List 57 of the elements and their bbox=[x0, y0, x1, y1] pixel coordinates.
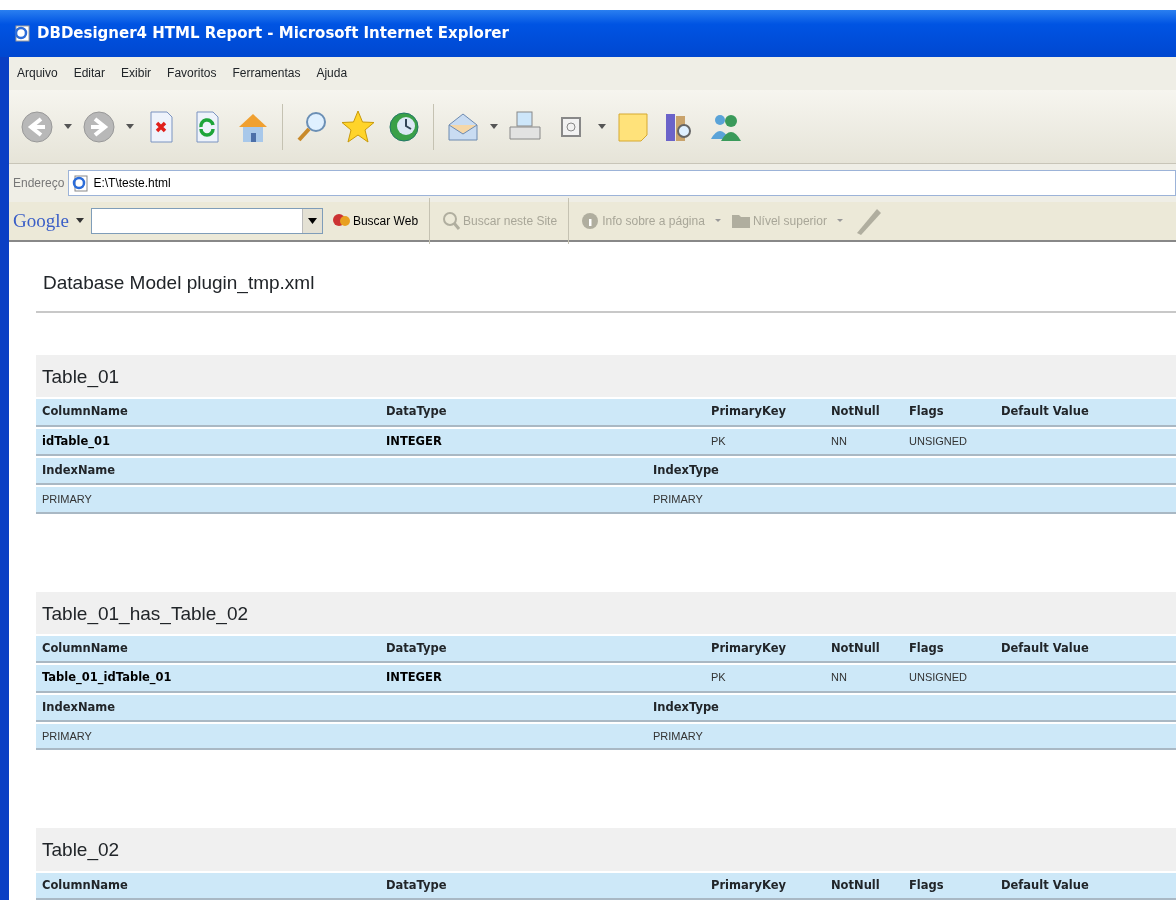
column-header: PrimaryKey bbox=[711, 876, 787, 894]
column-header: ColumnName bbox=[42, 640, 129, 657]
table-cell-text: NN bbox=[831, 670, 848, 686]
table-cell-text: PRIMARY bbox=[42, 728, 93, 744]
toolbar-button[interactable]: Buscar Web bbox=[328, 210, 421, 231]
column-header: IndexType bbox=[653, 461, 720, 479]
table-cell-text: NN bbox=[831, 433, 848, 449]
info-icon bbox=[580, 210, 601, 231]
address-label: Endereço bbox=[13, 175, 65, 193]
table-cell-text: UNSIGNED bbox=[909, 670, 969, 686]
column-header: IndexName bbox=[42, 461, 117, 479]
table-cell-text: PRIMARY bbox=[42, 492, 93, 507]
table-cell-text: INTEGER bbox=[386, 432, 443, 450]
page-heading: Database Model plugin_tmp.xml bbox=[36, 271, 1176, 313]
table-cell-text: PK bbox=[711, 670, 727, 686]
column-header: Default Value bbox=[1001, 640, 1090, 657]
dropdown-caret-icon[interactable] bbox=[307, 217, 317, 224]
column-header: DataType bbox=[386, 640, 448, 657]
address-field[interactable]: E:\T\teste.html bbox=[68, 170, 1176, 197]
column-header: Flags bbox=[909, 876, 945, 894]
column-header: ColumnName bbox=[42, 403, 129, 421]
menu-item[interactable]: Editar bbox=[65, 64, 114, 83]
column-header: NotNull bbox=[831, 876, 881, 894]
table-heading: Table_02 bbox=[36, 828, 1176, 871]
menu-item[interactable]: Ferramentas bbox=[224, 64, 309, 83]
table-heading: Table_01 bbox=[36, 354, 1176, 398]
table-cell-text: Table_01_idTable_01 bbox=[42, 669, 173, 687]
column-header: IndexType bbox=[653, 698, 720, 716]
column-header: NotNull bbox=[831, 403, 881, 421]
menu-item[interactable]: Favoritos bbox=[159, 64, 225, 83]
column-header: Default Value bbox=[1001, 403, 1090, 421]
page-icon bbox=[71, 174, 90, 193]
column-header: NotNull bbox=[831, 640, 881, 657]
table-heading: Table_01_has_Table_02 bbox=[36, 591, 1176, 634]
column-header: DataType bbox=[386, 403, 448, 421]
table-cell-text: UNSIGNED bbox=[909, 433, 969, 449]
column-header: IndexName bbox=[42, 698, 117, 716]
column-header: Flags bbox=[909, 403, 945, 421]
browser-icon bbox=[13, 24, 31, 43]
menu-item[interactable]: Exibir bbox=[113, 64, 160, 83]
column-header: Default Value bbox=[1001, 876, 1090, 894]
table-cell-text: INTEGER bbox=[386, 669, 443, 687]
menu-item[interactable]: Arquivo bbox=[9, 64, 66, 83]
table-cell-text: PRIMARY bbox=[653, 492, 704, 507]
column-header: Flags bbox=[909, 640, 945, 657]
menu-item[interactable]: Ajuda bbox=[308, 64, 356, 83]
search-field[interactable] bbox=[90, 207, 323, 234]
column-header: DataType bbox=[386, 876, 448, 894]
table-cell-text: idTable_01 bbox=[42, 432, 112, 450]
column-header: PrimaryKey bbox=[711, 403, 787, 421]
column-header: ColumnName bbox=[42, 876, 129, 894]
search-icon bbox=[441, 210, 462, 231]
column-header: PrimaryKey bbox=[711, 640, 787, 657]
google-logo[interactable]: Google bbox=[13, 206, 69, 236]
window-title: DBDesigner4 HTML Report - Microsoft Internet Explorer bbox=[37, 23, 509, 44]
table-cell-text: PRIMARY bbox=[653, 728, 704, 744]
table-cell-text: PK bbox=[711, 433, 727, 449]
